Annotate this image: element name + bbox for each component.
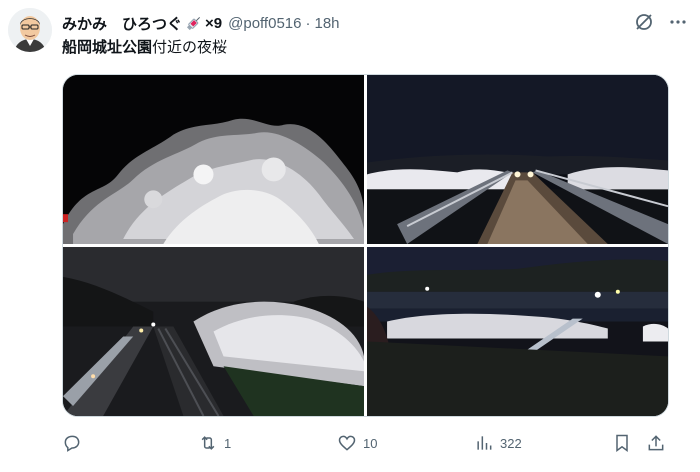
heart-icon [338,435,356,451]
views-button[interactable]: 322 [474,430,522,456]
bookmark-button[interactable] [612,430,632,456]
views-icon [477,436,492,450]
photo-illuminated-bridge[interactable] [367,75,668,244]
photo-sakura-river[interactable] [367,247,668,416]
retweet-button[interactable]: 1 [198,430,231,456]
separator-dot: · [305,14,311,32]
tweet-text-place: 船岡城址公園 [62,39,153,56]
action-bar: 1 10 322 [62,430,669,456]
photo-sakura-road[interactable] [63,247,364,416]
avatar-illustration [8,8,52,52]
share-icon [648,435,664,451]
views-count: 322 [500,435,522,451]
reply-icon [64,435,80,452]
retweet-icon [201,436,215,450]
tweet-text: 船岡城址公園付近の夜桜 [62,38,227,58]
avatar[interactable] [8,8,52,52]
photo-sakura-tree[interactable] [63,75,364,244]
retweet-count: 1 [224,435,232,451]
media-grid [62,74,669,417]
tweet-text-rest: 付近の夜桜 [152,39,228,56]
like-count: 10 [363,435,378,451]
bookmark-icon [616,434,628,452]
tweet-header: みかみ ひろつぐ ×9 @poff0516 · 18h [62,12,688,34]
share-button[interactable] [646,430,666,456]
user-handle[interactable]: @poff0516 [228,15,301,32]
reply-button[interactable] [62,430,88,456]
syringe-icon [185,14,203,32]
more-options-icon[interactable] [668,12,688,36]
grok-icon[interactable] [634,12,654,36]
display-name[interactable]: みかみ ひろつぐ [62,13,182,34]
timestamp[interactable]: 18h [314,15,339,32]
badge-count: ×9 [205,14,223,32]
like-button[interactable]: 10 [337,430,377,456]
